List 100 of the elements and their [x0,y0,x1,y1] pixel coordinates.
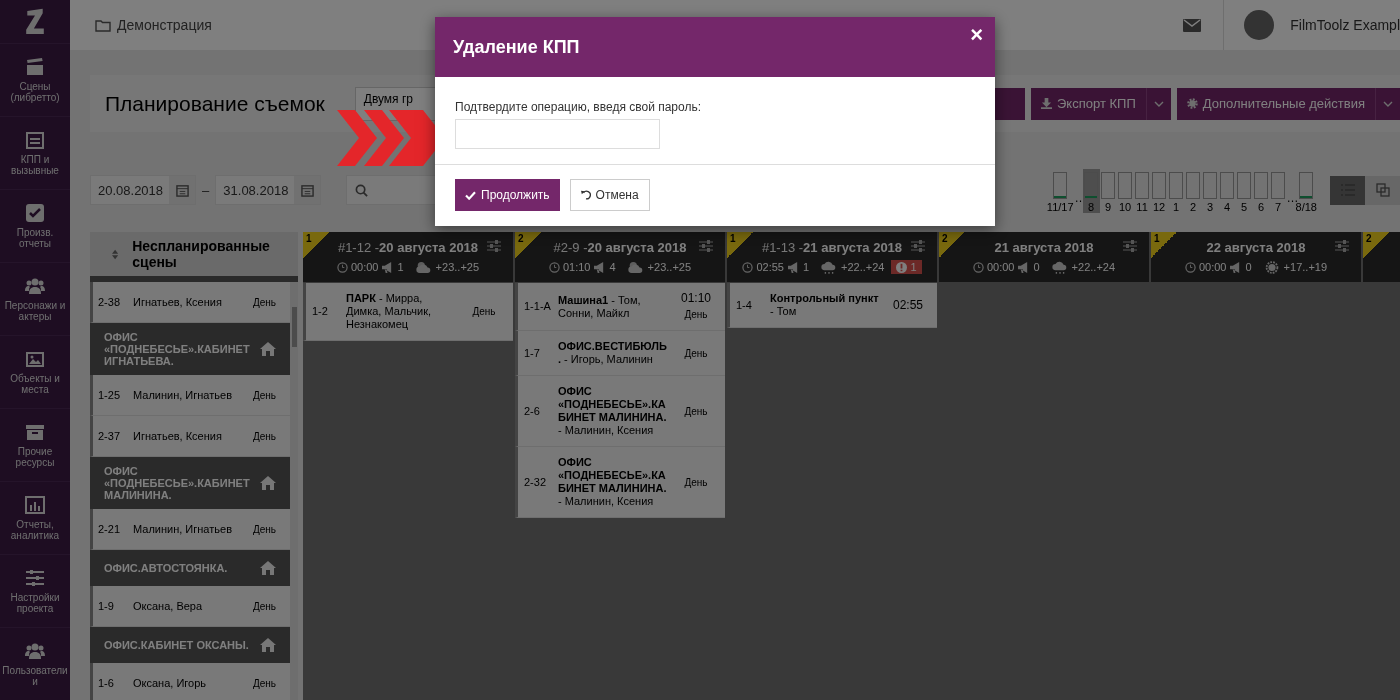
calendar-icon [175,183,189,197]
alert-badge[interactable]: 1 [891,260,922,274]
sliders-icon[interactable] [1123,240,1137,252]
clock-icon [1184,261,1196,273]
sidebar-item[interactable]: Прочие ресурсы [0,408,70,481]
continue-button[interactable]: Продолжить [455,179,560,211]
shoot-time: 02:55 [756,261,784,273]
sliders-icon[interactable] [699,240,713,252]
clock-icon [336,261,348,273]
extras-count: 4 [609,261,616,273]
sliders-icon[interactable] [487,240,501,252]
scene-card[interactable]: 1-25 Малинин, Игнатьев День [90,375,290,416]
clock-icon [548,261,560,273]
ellipsis: … [1074,191,1083,205]
sliders-icon[interactable] [911,240,925,252]
hour-slot[interactable]: 11/17 [1045,169,1075,213]
scene-card[interactable]: 1-7 ОФИС.ВЕСТИБЮЛЬ. - Игорь, Малинин День [515,331,725,376]
shoot-time: 00:00 [350,261,379,273]
bar-chart-icon [25,495,45,515]
sidebar-item[interactable]: Настройки проекта [0,554,70,627]
clapperboard-icon [25,57,45,77]
sidebar-item[interactable]: Пользователи и [0,627,70,700]
caret-icon [1153,100,1164,107]
clock-icon [742,261,754,273]
scene-card[interactable]: 1-2 ПАРК - Мирра, Димка, Мальчик, Незнакомец День [303,283,513,341]
toolbar-button[interactable]: Дополнительные действия [1176,87,1400,120]
rain-cloud-icon [1050,259,1069,275]
check-icon [465,190,476,200]
users-icon [25,276,45,296]
scene-card[interactable]: 2-38 Игнатьев, Ксения День [90,282,290,323]
temperature: +17..+19 [1283,261,1328,273]
overlap-squares-icon [1375,183,1390,197]
cloud-sun-icon [626,259,645,275]
scene-card[interactable]: 2-21 Малинин, Игнатьев День [90,509,290,550]
picture-icon [25,349,45,369]
calendar-icon [300,183,314,197]
sidebar-item[interactable]: Отчеты, аналитика [0,481,70,554]
temperature: +22..+24 [1071,261,1116,273]
home-icon [260,342,276,356]
temperature: +23..+25 [647,261,692,273]
view-toggle-button[interactable] [1365,175,1400,205]
hour-slot[interactable]: 8 [1082,169,1100,213]
home-icon [260,561,276,575]
scene-card[interactable]: 1-4 Контрольный пункт - Том 02:55 [727,283,937,328]
location-title: ОФИС.АВТОСТОЯНКА. [104,562,229,574]
search-icon [355,183,369,197]
panel-title: Неспланированные сцены [132,238,271,270]
hour-slot[interactable]: 8/18 [1294,169,1318,213]
extras-count: 1 [397,261,404,273]
page-title: Планирование съемок [105,91,325,116]
sliders-icon[interactable] [1335,240,1349,252]
date-field[interactable]: 20.08.2018 [90,175,197,205]
view-toggle-button[interactable] [1330,175,1365,205]
sidebar-item[interactable]: Сцены (либретто) [0,43,70,116]
scene-card[interactable]: 1-9 Оксана, Вера День [90,586,290,627]
location-title: ОФИС «ПОДНЕБЕСЬЕ».КАБИНЕТ ИГНАТЬЕВА. [104,331,251,367]
temperature: +22..+24 [841,261,885,273]
users-icon [25,641,45,661]
clock-icon [972,261,984,273]
cancel-button[interactable]: Отмена [569,179,650,211]
shoot-time: 01:10 [562,261,591,273]
extras-count: 0 [1245,261,1252,273]
range-separator: – [202,182,210,198]
download-icon [1041,98,1052,109]
exclamation-icon [896,261,908,273]
scene-card[interactable]: 2-32 ОФИС «ПОДНЕБЕСЬЕ».КАБИНЕТ МАЛИНИНА. - Малинин, Ксения День [515,447,725,518]
scene-card[interactable]: 2-37 Игнатьев, Ксения День [90,416,290,457]
checkbox-icon [25,203,45,223]
shoot-time: 00:00 [986,261,1015,273]
envelope-icon[interactable] [1183,18,1202,32]
user-name[interactable]: FilmToolz Exampl [1290,17,1400,33]
extras-count: 0 [1033,261,1040,273]
folder-icon [95,18,111,32]
cloud-sun-icon [414,259,433,275]
scrollbar[interactable] [292,307,297,347]
day-title: #1-12 -20 августа 2018 [337,239,479,255]
sidebar-item[interactable]: Персонажи и актеры [0,262,70,335]
caret-icon [1383,100,1393,107]
temperature: +23..+25 [435,261,480,273]
avatar[interactable] [1244,10,1275,40]
logo-icon [24,7,46,36]
date-field[interactable]: 31.08.2018 [215,175,322,205]
home-icon [260,476,276,490]
toolbar-button[interactable]: Экспорт КПП [1031,87,1171,120]
sidebar-item[interactable]: Произв. отчеты [0,189,70,262]
day-title: 22 августа 2018 [1206,239,1306,255]
sidebar-item[interactable]: Объекты и места [0,335,70,408]
scene-card[interactable]: 1-6 Оксана, Игорь День [90,663,290,700]
gear-icon [1186,98,1198,109]
sort-icon[interactable] [112,248,119,260]
archive-box-icon [25,422,45,442]
breadcrumb: Демонстрация [117,17,212,33]
password-field[interactable] [455,119,660,149]
scene-card[interactable]: 2-6 ОФИС «ПОДНЕБЕСЬЕ».КАБИНЕТ МАЛИНИНА. - Малинин, Ксения День [515,376,725,447]
modal-title: Удаление КПП [453,36,580,58]
close-button[interactable]: × [968,23,985,47]
location-title: ОФИС.КАБИНЕТ ОКСАНЫ. [104,639,250,651]
location-title: ОФИС «ПОДНЕБЕСЬЕ».КАБИНЕТ МАЛИНИНА. [104,465,251,501]
home-icon [260,638,276,652]
sidebar-item[interactable]: КПП и вызывные [0,116,70,189]
